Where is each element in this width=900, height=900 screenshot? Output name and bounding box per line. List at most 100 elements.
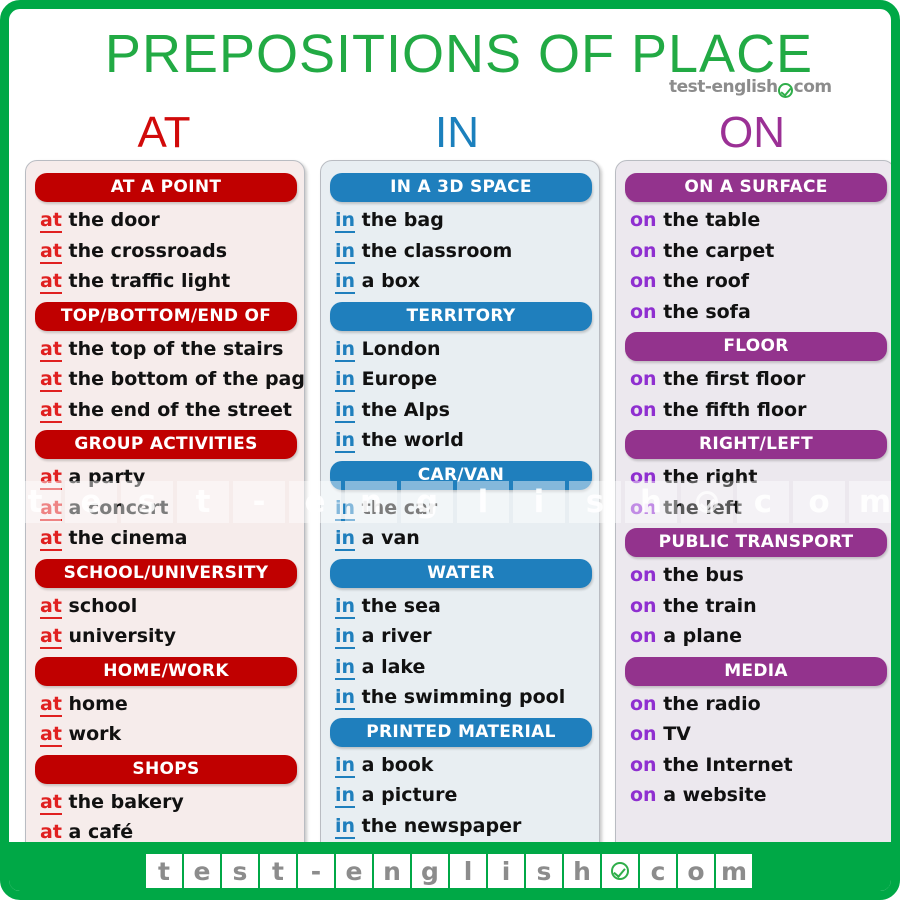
footer-logo-cell: t (260, 854, 296, 888)
phrase-row: at university (40, 621, 304, 652)
group-header-at-2: GROUP ACTIVITIES (35, 430, 297, 459)
phrase-row: in a box (335, 266, 599, 297)
phrase-text: the radio (656, 692, 761, 715)
phrase-text: the table (656, 209, 761, 231)
page-title: PREPOSITIONS OF PLACE (104, 24, 814, 84)
phrase-row: on the left (630, 493, 891, 524)
preposition-at: at (40, 239, 62, 264)
phrase-text: the sofa (656, 300, 751, 323)
phrase-text: the bottom of the page (61, 368, 305, 390)
group-header-on-1: FLOOR (625, 332, 887, 361)
phrase-text: the cinema (61, 527, 188, 549)
phrase-text: London (355, 337, 441, 360)
preposition-at: at (40, 625, 62, 649)
phrase-text: a café (61, 821, 134, 843)
preposition-on: on (630, 270, 657, 292)
phrase-row: on the right (630, 462, 891, 493)
phrase-row: at the traffic light (40, 266, 304, 297)
preposition-on: on (630, 784, 657, 806)
group-header-in-1: TERRITORY (330, 301, 592, 331)
group-header-in-4: PRINTED MATERIAL (330, 717, 592, 747)
preposition-at: at (40, 270, 62, 294)
preposition-on: on (630, 368, 657, 390)
phrase-row: at the bakery (40, 787, 304, 818)
column-heading-at: AT (137, 108, 191, 157)
preposition-in: in (335, 368, 356, 392)
phrase-text: the train (656, 594, 757, 617)
preposition-at: at (40, 527, 62, 551)
phrase-row: in a van (335, 523, 599, 554)
preposition-at: at (40, 209, 62, 233)
group-header-at-5: SHOPS (35, 754, 297, 784)
preposition-at: at (40, 496, 62, 521)
phrase-row: at a party (40, 462, 304, 493)
preposition-at: at (40, 398, 62, 423)
preposition-on: on (630, 300, 657, 323)
phrase-text: a picture (355, 784, 458, 806)
phrase-text: the classroom (355, 239, 513, 262)
preposition-in: in (335, 814, 356, 839)
preposition-at: at (40, 692, 62, 717)
phrase-text: the top of the stairs (61, 337, 284, 360)
footer-logo-cell: s (526, 854, 562, 888)
phrase-row: in a river (335, 621, 599, 652)
phrase-text: the left (656, 496, 743, 519)
card-on: ON A SURFACE on the table on the carpet on … (615, 160, 891, 857)
phrase-row: at the top of the stairs (40, 334, 304, 365)
phrase-text: a box (355, 270, 421, 292)
phrase-text: the bus (656, 564, 744, 586)
preposition-in: in (335, 209, 356, 233)
phrase-row: in the world (335, 425, 599, 456)
preposition-on: on (630, 564, 657, 586)
card-at: AT A POINT at the door at the crossroads at… (25, 160, 305, 857)
phrase-row: on the radio (630, 689, 891, 720)
phrase-text: the bakery (61, 790, 184, 813)
phrase-row: in Europe (335, 364, 599, 395)
preposition-on: on (630, 594, 657, 617)
phrase-row: on the fifth floor (630, 395, 891, 426)
phrase-row: in the Alps (335, 395, 599, 426)
phrase-text: the bag (355, 209, 444, 231)
check-circle-icon (611, 862, 629, 880)
phrase-row: in the newspaper (335, 811, 599, 842)
preposition-at: at (40, 723, 62, 747)
phrase-row: at home (40, 689, 304, 720)
phrase-text: the car (355, 496, 438, 519)
footer-logo-cell: s (222, 854, 258, 888)
phrase-text: TV (656, 723, 691, 745)
preposition-in: in (335, 686, 356, 710)
phrase-text: home (61, 692, 128, 715)
phrase-text: Europe (355, 368, 438, 390)
phrase-text: the carpet (656, 239, 775, 262)
preposition-on: on (630, 753, 657, 776)
phrase-text: the fifth floor (656, 398, 807, 421)
phrase-text: the first floor (656, 368, 806, 390)
preposition-on: on (630, 398, 657, 421)
header-logo-text-left: test-english (669, 77, 778, 97)
phrase-text: the crossroads (61, 239, 228, 262)
phrase-text: the newspaper (355, 814, 522, 837)
footer-logo-cell: m (716, 854, 752, 888)
group-header-at-1: TOP/BOTTOM/END OF (35, 301, 297, 331)
footer-logo-cell: n (374, 854, 410, 888)
footer-bar: test-englishcom (9, 842, 891, 891)
phrase-text: university (61, 625, 177, 647)
header-logo-text-right: com (793, 77, 832, 97)
phrase-row: in the bag (335, 205, 599, 236)
footer-logo-cell: h (564, 854, 600, 888)
group-header-in-3: WATER (330, 558, 592, 588)
group-header-in-2: CAR/VAN (330, 460, 592, 490)
footer-logo-cell: c (640, 854, 676, 888)
footer-logo-cell: g (412, 854, 448, 888)
phrase-text: the swimming pool (355, 686, 566, 708)
footer-logo-cell: e (184, 854, 220, 888)
footer-logo: test-englishcom (146, 854, 754, 888)
phrase-row: in the sea (335, 591, 599, 622)
preposition-at: at (40, 594, 62, 619)
column-heading-on: ON (719, 108, 785, 157)
phrase-text: the Internet (656, 753, 793, 776)
group-header-on-4: MEDIA (625, 656, 887, 686)
phrase-text: the end of the street (61, 398, 292, 421)
phrase-row: on a plane (630, 621, 891, 652)
preposition-on: on (630, 239, 657, 262)
